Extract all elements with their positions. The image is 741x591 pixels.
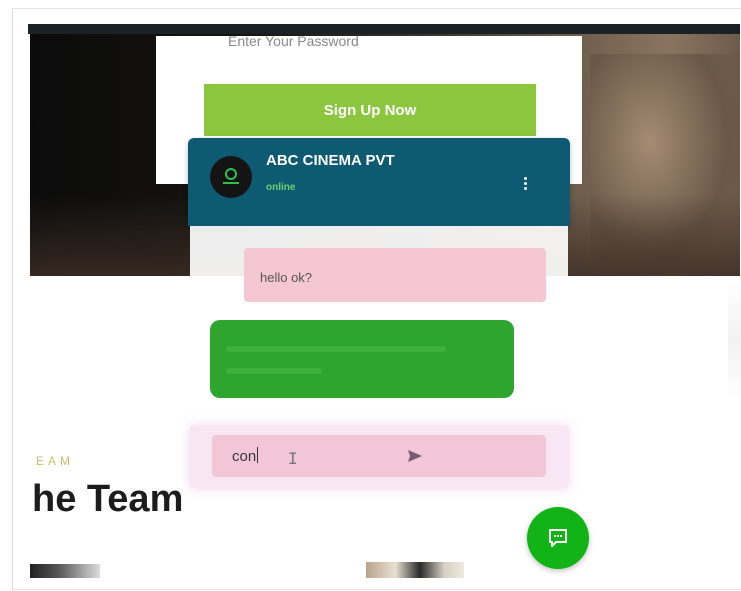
sign-up-button[interactable]: Sign Up Now	[204, 84, 536, 136]
chat-message-input[interactable]: con I	[212, 435, 546, 477]
outgoing-message: hello ok?	[244, 248, 546, 302]
chat-header: ABC CINEMA PVT online	[188, 138, 570, 226]
chat-status: online	[266, 182, 296, 193]
chat-input-value: con	[232, 448, 257, 465]
outgoing-message-text: hello ok?	[260, 270, 313, 285]
incoming-message	[210, 320, 514, 398]
message-text-line	[226, 368, 322, 374]
team-heading: he Team	[32, 478, 184, 520]
team-eyebrow: EAM	[36, 454, 75, 468]
send-icon[interactable]	[404, 446, 426, 466]
message-text-line	[226, 346, 446, 352]
team-member-photo	[30, 564, 100, 578]
team-member-photo	[366, 562, 464, 578]
vertical-dots-icon[interactable]	[518, 172, 532, 194]
text-caret	[257, 447, 259, 463]
chat-bubble-icon[interactable]	[527, 507, 589, 569]
chat-title: ABC CINEMA PVT	[266, 152, 395, 169]
company-logo-icon	[210, 156, 252, 198]
password-field[interactable]: Enter Your Password	[228, 30, 558, 52]
ibeam-cursor-icon: I	[288, 449, 298, 468]
edge-shadow	[728, 280, 741, 400]
